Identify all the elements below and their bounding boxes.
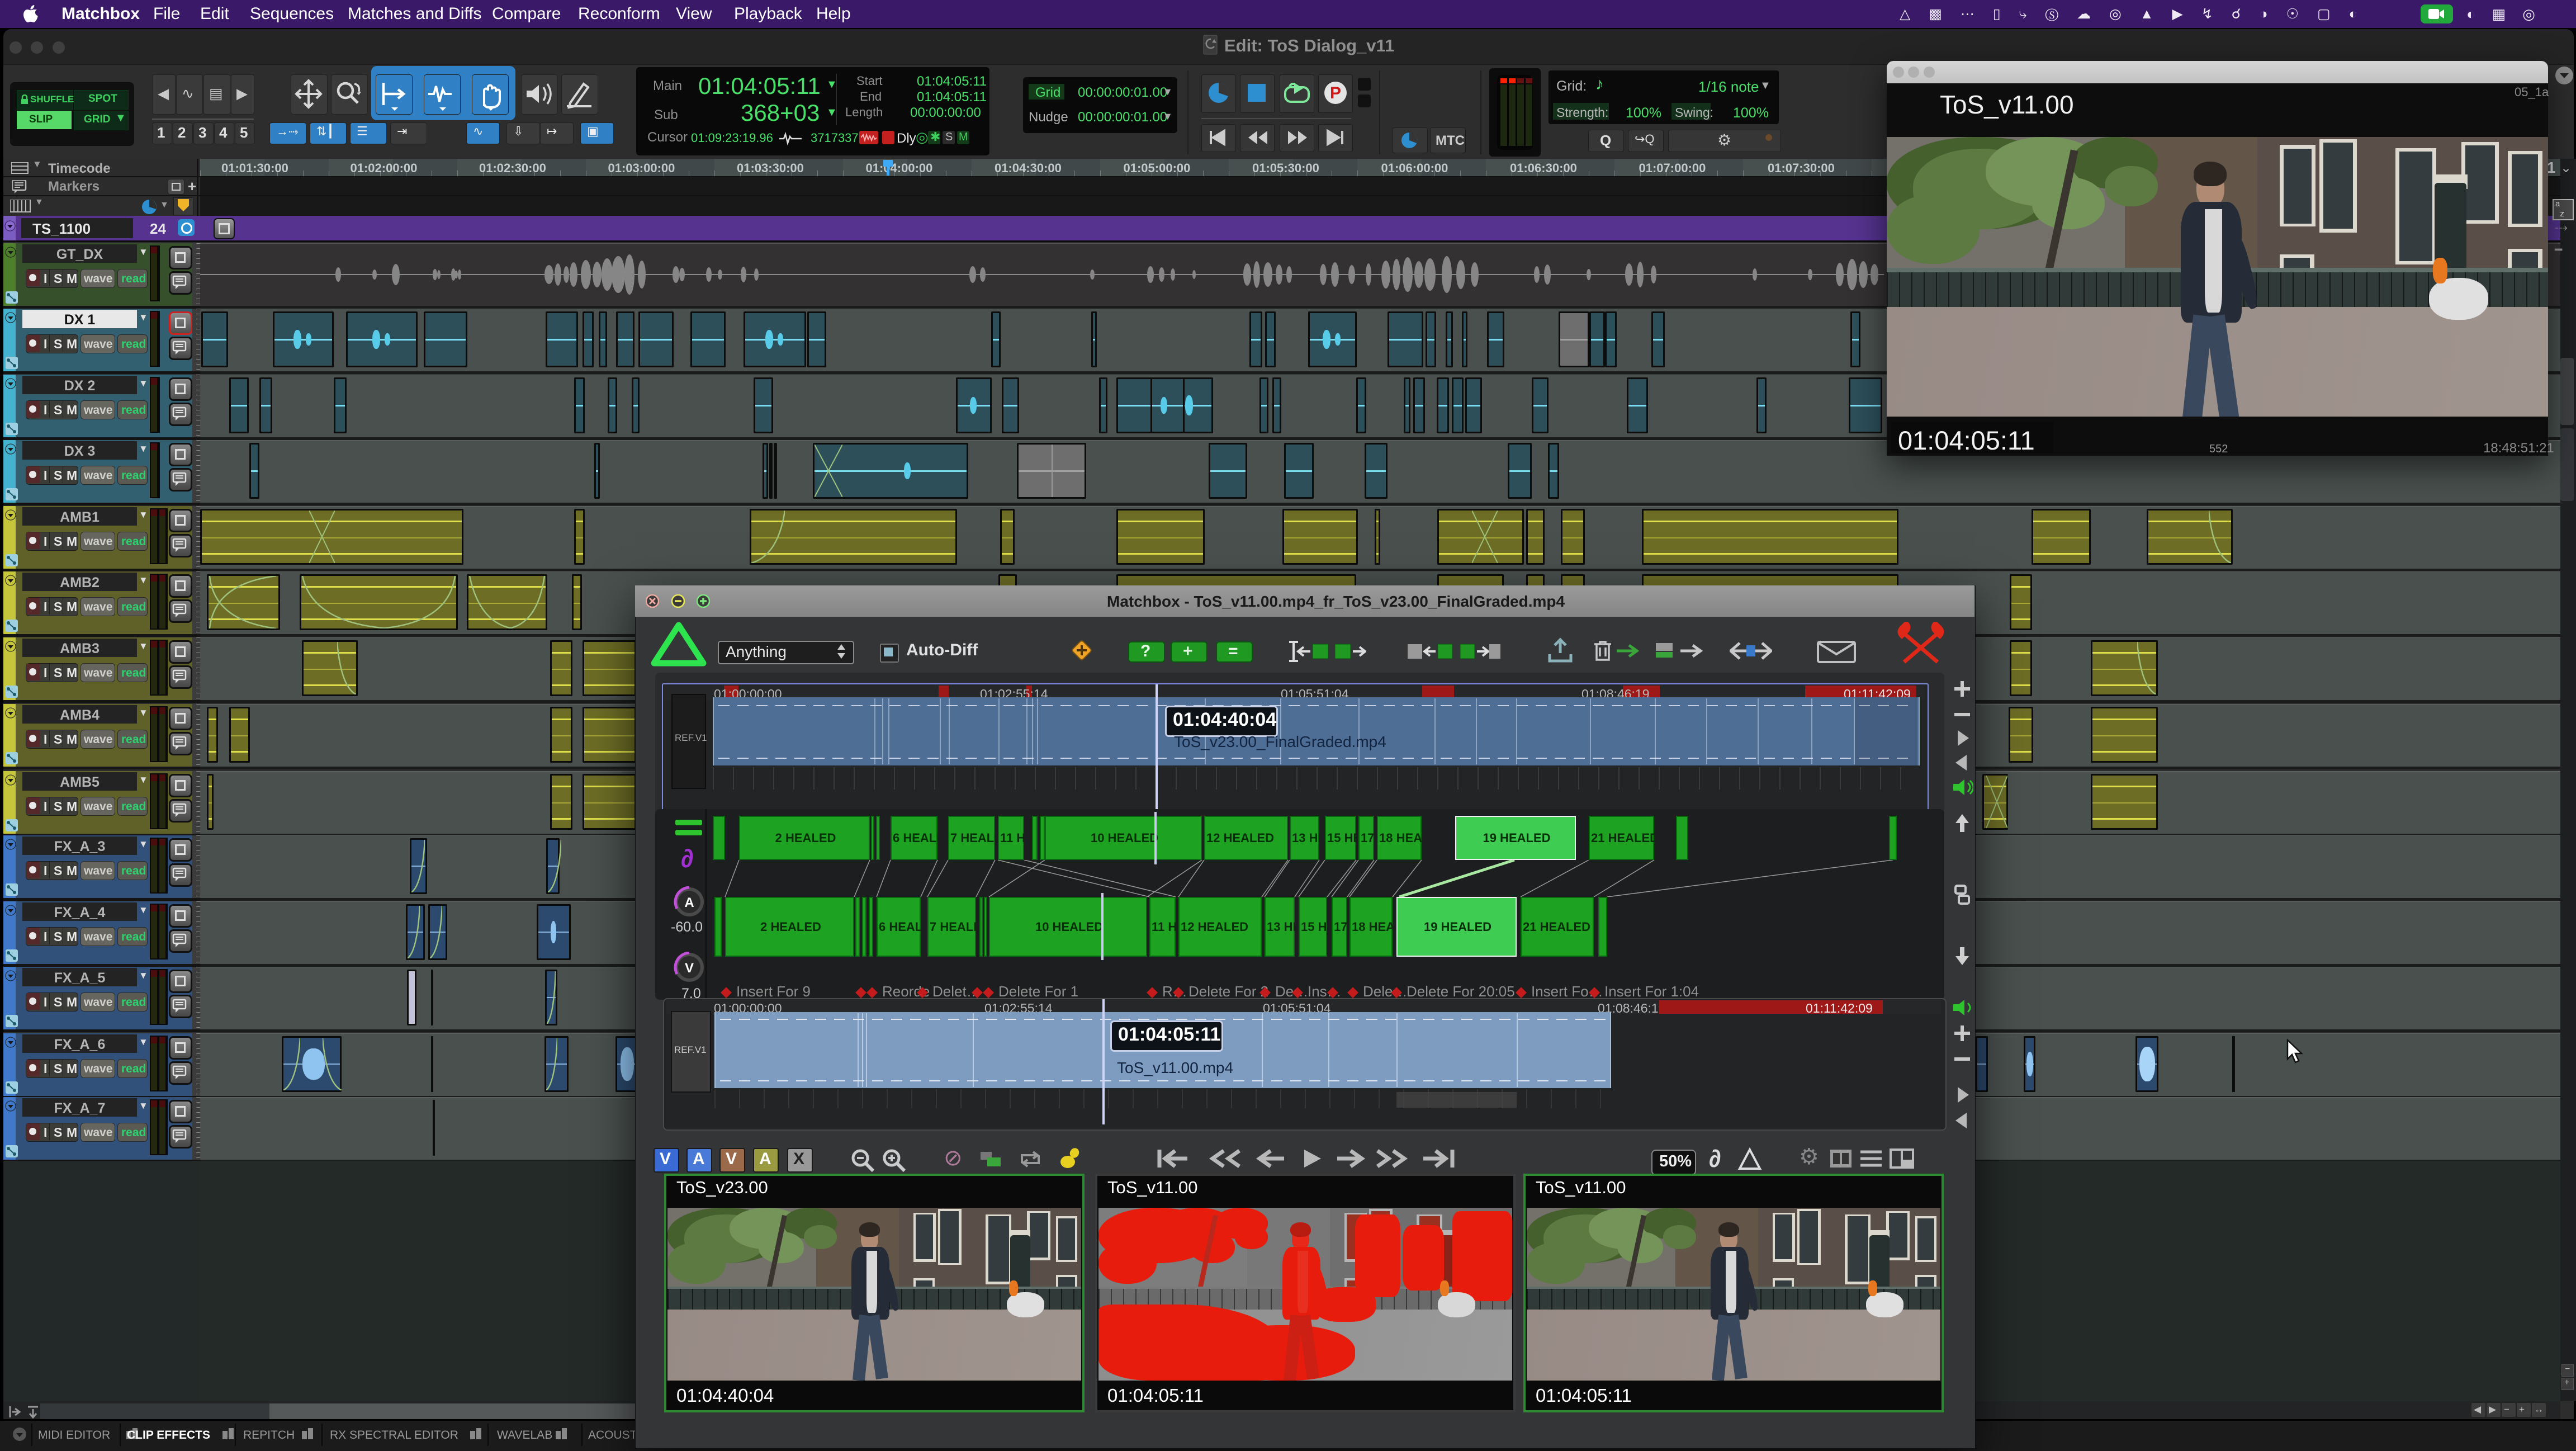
svg-text:A: A bbox=[684, 895, 694, 910]
svg-text:V: V bbox=[685, 961, 694, 976]
svg-text:P: P bbox=[1330, 84, 1341, 102]
